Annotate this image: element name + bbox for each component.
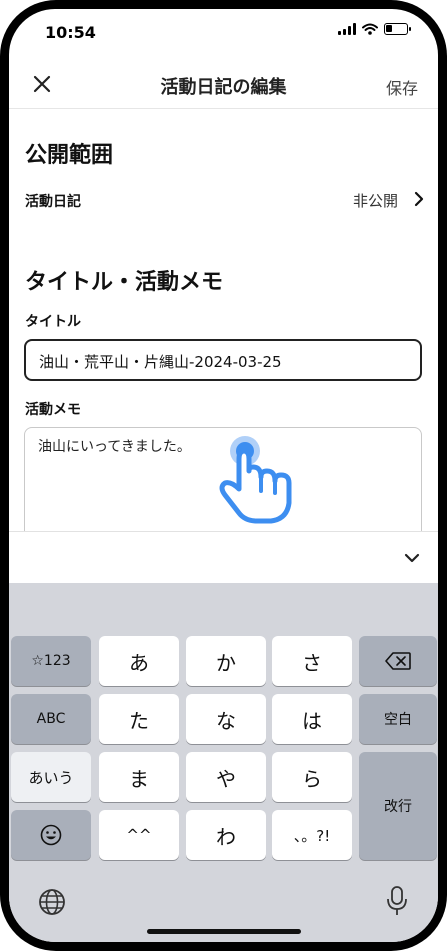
return-key[interactable]: 改行	[359, 752, 437, 860]
status-bar: 10:54	[9, 9, 438, 61]
battery-icon	[384, 23, 411, 35]
title-input[interactable]: 油山・荒平山・片縄山-2024-03-25	[24, 339, 422, 381]
signal-icon	[338, 23, 356, 35]
privacy-row[interactable]: 活動日記 非公開	[9, 185, 438, 215]
screen: 10:54 活動日記の編集 保存 公開範囲 活動日記 非公開 タイトル・活動メモ…	[9, 9, 438, 942]
chevron-down-icon[interactable]	[402, 548, 422, 568]
key-ta[interactable]: た	[99, 694, 179, 744]
backspace-key[interactable]	[359, 636, 437, 686]
key-dakuten[interactable]: ^^	[99, 810, 179, 860]
title-memo-heading: タイトル・活動メモ	[25, 270, 224, 295]
key-wa[interactable]: わ	[186, 810, 266, 860]
key-sa[interactable]: さ	[272, 636, 352, 686]
privacy-heading: 公開範囲	[25, 143, 114, 168]
home-indicator[interactable]	[147, 929, 301, 934]
keyboard-accessory-bar	[9, 531, 438, 583]
privacy-row-value: 非公開	[352, 192, 398, 210]
key-abc[interactable]: ABC	[11, 694, 91, 744]
key-punctuation[interactable]: 、。?!	[272, 810, 352, 860]
key-na[interactable]: な	[186, 694, 266, 744]
microphone-icon[interactable]	[386, 885, 408, 917]
key-numbers[interactable]: ☆123	[11, 636, 91, 686]
key-ma[interactable]: ま	[99, 752, 179, 802]
emoji-key[interactable]	[11, 810, 91, 860]
nav-bar: 活動日記の編集 保存	[9, 61, 438, 109]
key-ha[interactable]: は	[272, 694, 352, 744]
key-kana[interactable]: あいう	[11, 752, 91, 802]
space-key[interactable]: 空白	[359, 694, 437, 744]
chevron-right-icon	[414, 191, 424, 207]
backspace-icon	[385, 652, 411, 670]
key-ya[interactable]: や	[186, 752, 266, 802]
phone-frame: 10:54 活動日記の編集 保存 公開範囲 活動日記 非公開 タイトル・活動メモ…	[0, 0, 447, 951]
save-button[interactable]: 保存	[386, 75, 418, 99]
memo-label: 活動メモ	[25, 402, 81, 418]
tap-hand-icon	[219, 436, 292, 524]
privacy-row-label: 活動日記	[25, 194, 81, 210]
key-a[interactable]: あ	[99, 636, 179, 686]
status-time: 10:54	[45, 23, 96, 42]
key-ka[interactable]: か	[186, 636, 266, 686]
key-ra[interactable]: ら	[272, 752, 352, 802]
globe-icon[interactable]	[37, 887, 67, 917]
wifi-icon	[362, 23, 378, 35]
title-label: タイトル	[25, 314, 81, 330]
keyboard: ☆123 あ か さ ABC た な は 空白 あいう ま や ら 改行 ^^ …	[9, 583, 438, 942]
page-title: 活動日記の編集	[160, 77, 287, 98]
emoji-icon	[40, 824, 62, 846]
status-icons	[338, 23, 411, 35]
